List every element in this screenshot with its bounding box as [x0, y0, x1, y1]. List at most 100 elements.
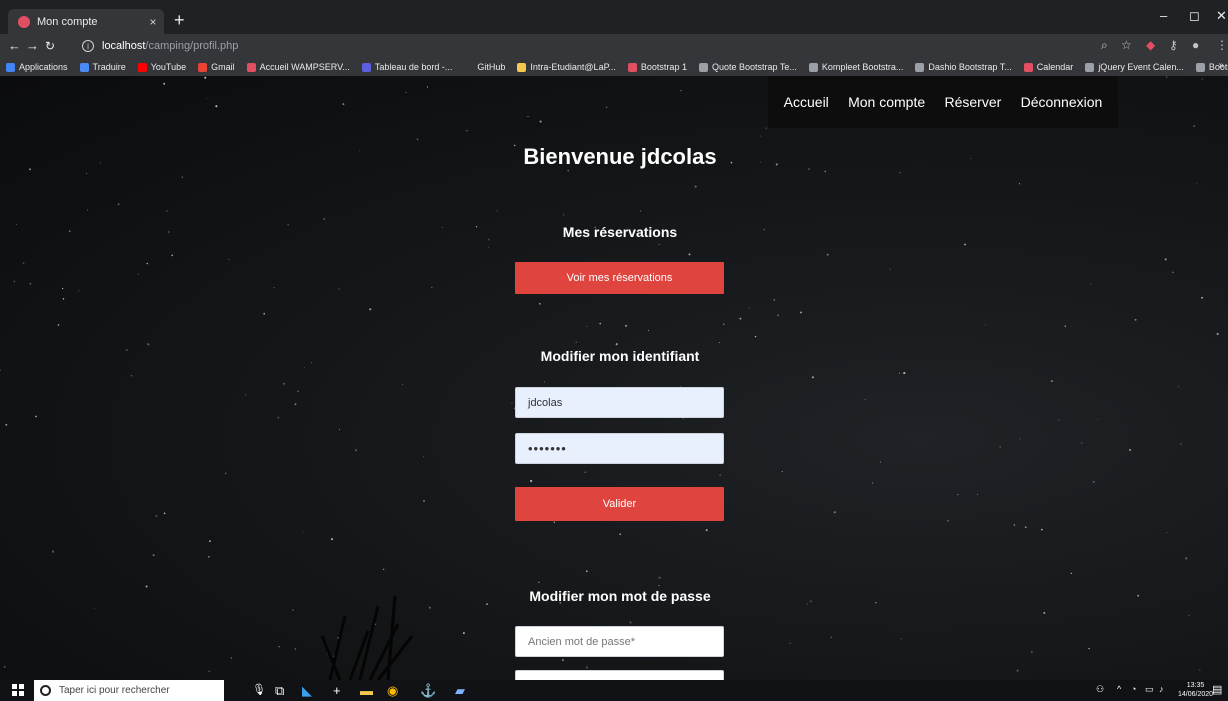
cortana-icon	[40, 685, 51, 696]
bookmark-label: Calendar	[1036, 62, 1074, 72]
bookmark-label: Intra-Etudiant@LaP...	[530, 62, 616, 72]
people-icon[interactable]: ⚇	[1096, 684, 1104, 695]
new-password-input[interactable]	[515, 670, 724, 680]
tab-title: Mon compte	[37, 15, 98, 28]
bookmark-item[interactable]: Quote Bootstrap Te...	[698, 62, 797, 72]
system-clock[interactable]: 13:35 14/06/2020	[1178, 681, 1213, 699]
reservations-heading: Mes réservations	[562, 224, 678, 240]
bookmark-label: Kompleet Bootstra...	[821, 62, 904, 72]
bookmark-favicon-icon	[808, 62, 818, 72]
bookmark-item[interactable]: Calendar	[1023, 62, 1074, 72]
bookmark-item[interactable]: YouTube	[137, 62, 187, 72]
minimize-icon[interactable]: –	[1160, 8, 1167, 23]
url-host: localhost	[102, 40, 146, 52]
bookmark-item[interactable]: Applications	[6, 62, 68, 72]
volume-icon[interactable]: ♪	[1159, 684, 1164, 694]
bookmark-item[interactable]: Kompleet Bootstra...	[808, 62, 904, 72]
bookmark-star-icon[interactable]: ☆	[1121, 38, 1132, 52]
bookmark-label: Quote Bootstrap Te...	[711, 62, 797, 72]
zoom-icon[interactable]: ⌕	[1101, 38, 1108, 53]
bookmark-label: Bootstrap 1	[640, 62, 687, 72]
bookmark-item[interactable]: Traduire	[79, 62, 126, 72]
password-input[interactable]: •••••••	[515, 433, 724, 464]
tab-favicon-icon	[18, 15, 30, 28]
menu-icon[interactable]: ⋮	[1216, 38, 1228, 52]
bookmarks-bar: Applications Traduire YouTube Gmail Accueil …	[0, 58, 1228, 76]
maximize-icon[interactable]: ◻	[1189, 8, 1200, 24]
vscode-icon[interactable]: ◣	[302, 682, 312, 699]
file-explorer-icon[interactable]: ▬	[360, 682, 373, 699]
bookmark-item[interactable]: Tableau de bord -...	[361, 62, 453, 72]
tray-chevron-icon[interactable]: ^	[1117, 684, 1121, 694]
validate-button[interactable]: Valider	[515, 487, 724, 521]
bookmark-item[interactable]: jQuery Event Calen...	[1085, 62, 1184, 72]
page-background: Accueil Mon compte Réserver Déconnexion …	[0, 76, 1228, 680]
change-login-heading: Modifier mon identifiant	[540, 348, 700, 364]
bookmark-favicon-icon	[1195, 62, 1205, 72]
bookmark-label: YouTube	[150, 62, 187, 72]
browser-tab-bar: Mon compte × + – ◻ ✕	[0, 0, 1228, 34]
bookmark-label: Applications	[19, 62, 68, 72]
notifications-icon[interactable]: ▤	[1212, 683, 1222, 696]
nav-reserver[interactable]: Réserver	[944, 94, 1001, 110]
bookmark-favicon-icon	[627, 62, 637, 72]
bookmark-label: jQuery Event Calen...	[1098, 62, 1184, 72]
bookmark-item[interactable]: Dashio Bootstrap T...	[915, 62, 1012, 72]
notes-app-icon[interactable]: ▰	[455, 682, 465, 699]
bookmark-favicon-icon	[915, 62, 925, 72]
bookmark-favicon-icon	[79, 62, 89, 72]
view-reservations-button[interactable]: Voir mes réservations	[515, 262, 724, 294]
bookmarks-more-icon[interactable]: »	[1218, 60, 1224, 71]
bookmark-item[interactable]: Bootstrap 1	[627, 62, 687, 72]
bookmark-favicon-icon	[464, 62, 474, 72]
bookmark-item[interactable]: Intra-Etudiant@LaP...	[517, 62, 616, 72]
microphone-icon[interactable]: 🎙	[252, 682, 266, 699]
nav-mon-compte[interactable]: Mon compte	[848, 94, 925, 110]
network-icon[interactable]: ◔	[1131, 684, 1136, 694]
clock-date: 14/06/2020	[1178, 691, 1214, 698]
taskbar-search[interactable]: Taper ici pour rechercher	[34, 680, 224, 701]
nav-accueil[interactable]: Accueil	[784, 94, 829, 110]
chrome-icon[interactable]: ◉	[387, 682, 398, 699]
old-password-input[interactable]: Ancien mot de passe*	[515, 626, 724, 657]
bookmark-label: Accueil WAMPSERV...	[259, 62, 350, 72]
forward-icon[interactable]: →	[26, 38, 39, 54]
reload-icon[interactable]: ↻	[45, 38, 55, 54]
url-path: /camping/profil.php	[145, 40, 239, 52]
battery-icon[interactable]: ▭	[1145, 684, 1154, 695]
new-tab-button[interactable]: +	[174, 11, 185, 29]
login-input[interactable]: jdcolas	[515, 387, 724, 418]
bookmark-item[interactable]: GitHub	[464, 62, 505, 72]
bookmark-label: Traduire	[92, 62, 126, 72]
bookmark-favicon-icon	[1023, 62, 1033, 72]
profile-avatar-icon[interactable]: ●	[1192, 38, 1199, 52]
nav-deconnexion[interactable]: Déconnexion	[1021, 94, 1103, 110]
back-icon[interactable]: ←	[8, 38, 21, 54]
bookmark-favicon-icon	[246, 62, 256, 72]
plus-app-icon[interactable]: +	[333, 682, 341, 699]
taskbar-search-placeholder: Taper ici pour rechercher	[59, 685, 170, 696]
bookmark-label: Gmail	[211, 62, 235, 72]
windows-start-icon[interactable]	[12, 684, 24, 696]
key-icon[interactable]: ⚷	[1169, 38, 1178, 52]
bookmark-favicon-icon	[361, 62, 371, 72]
clock-time: 13:35	[1186, 682, 1205, 689]
bookmark-favicon-icon	[517, 62, 527, 72]
bookmark-label: Tableau de bord -...	[374, 62, 453, 72]
close-window-icon[interactable]: ✕	[1216, 8, 1227, 24]
task-view-icon[interactable]: ⧉	[275, 682, 284, 699]
bookmark-favicon-icon	[6, 62, 15, 72]
app-icon[interactable]: ⚓	[420, 682, 436, 699]
browser-tab[interactable]: Mon compte ×	[8, 9, 164, 34]
bookmark-favicon-icon	[698, 62, 708, 72]
bookmark-favicon-icon	[1085, 62, 1095, 72]
bookmark-favicon-icon	[198, 62, 208, 72]
site-info-icon[interactable]: i	[82, 40, 94, 52]
browser-toolbar: ← → ↻ i localhost /camping/profil.php ⌕ …	[0, 34, 1228, 58]
bookmark-item[interactable]: Accueil WAMPSERV...	[246, 62, 350, 72]
tab-close-icon[interactable]: ×	[142, 15, 164, 29]
bookmark-item[interactable]: Gmail	[198, 62, 235, 72]
address-bar[interactable]: i localhost /camping/profil.php	[82, 37, 1082, 55]
windows-taskbar: Taper ici pour rechercher 🎙 ⧉ ◣ + ▬ ◉ ⚓ …	[0, 680, 1228, 701]
extension-icon[interactable]: ◆	[1146, 38, 1155, 52]
